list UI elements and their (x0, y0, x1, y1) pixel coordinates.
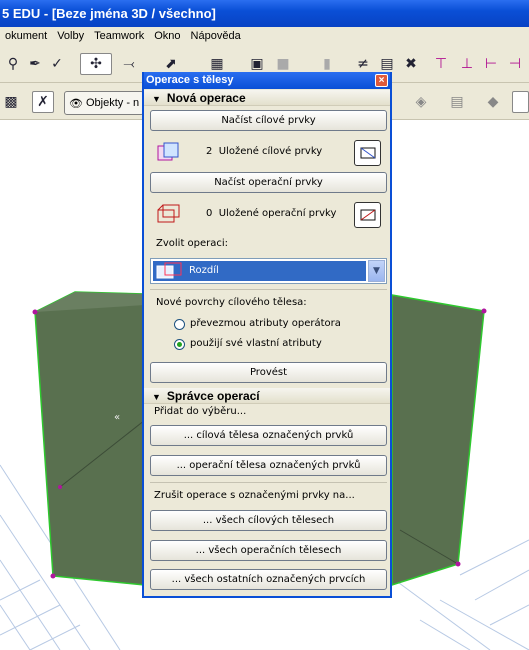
target-label: Uložené cílové prvky (218, 146, 323, 157)
select-targets-button[interactable] (354, 140, 381, 166)
section-operation-manager[interactable]: ▼ Správce operací (144, 388, 390, 404)
remove-target-ops-button[interactable]: ... všech cílových tělesech (150, 510, 387, 531)
subtract-operation-icon (156, 262, 182, 279)
load-targets-button[interactable]: Načíst cílové prvky (150, 110, 387, 131)
operator-solid-body[interactable] (391, 294, 485, 587)
divider (150, 482, 387, 483)
add-operator-solids-button[interactable]: ... operační tělesa označených prvků (150, 455, 387, 476)
arrow-tool-icon[interactable]: ✗ (32, 91, 54, 113)
chevron-down-icon[interactable]: ▼ (368, 260, 385, 282)
radio-inherit-operator[interactable] (174, 319, 185, 330)
solid-operations-palette: Operace s tělesy × ▼ Nová operace Načíst … (142, 72, 392, 598)
operation-selected-text: Rozdíl (189, 265, 219, 276)
split-icon[interactable]: ⊤ (430, 53, 452, 75)
pick-operator-icon (360, 209, 375, 221)
operator-count: 0 (206, 208, 213, 219)
palette-title-bar[interactable]: Operace s tělesy × (144, 72, 390, 89)
collapse-triangle-icon: ▼ (152, 94, 161, 104)
load-operators-button[interactable]: Načíst operační prvky (150, 172, 387, 193)
intersect-icon[interactable]: ✖ (400, 53, 422, 75)
more-icon[interactable] (512, 91, 529, 113)
resize-icon[interactable]: ⊣ (504, 53, 526, 75)
add-node-icon[interactable]: ▤ (446, 91, 468, 113)
add-target-solids-button[interactable]: ... cílová tělesa označených prvků (150, 425, 387, 446)
menu-item-help[interactable]: Nápověda (186, 27, 246, 45)
menu-item-options[interactable]: Volby (52, 27, 89, 45)
objects-button-label: Objekty - n (85, 97, 140, 109)
palette-title: Operace s tělesy (146, 74, 234, 86)
rotate-icon[interactable]: ◈ (410, 91, 432, 113)
floor-plan-icon[interactable]: ▩ (0, 91, 22, 113)
radio-own-attributes-label[interactable]: použijí své vlastní atributy (190, 338, 322, 349)
window-title-bar[interactable]: 5 EDU - [Beze jména 3D / všechno] (0, 0, 529, 27)
zoom-icon[interactable]: ⚲ (2, 53, 24, 75)
eye-icon: 👁 (69, 97, 83, 110)
divider (150, 289, 387, 290)
target-solid-body[interactable] (34, 291, 146, 586)
execute-button[interactable]: Provést (150, 362, 387, 383)
target-solids-icon (154, 140, 182, 164)
add-to-selection-label: Přidat do výběru... (154, 406, 247, 417)
select-operators-button[interactable] (354, 202, 381, 228)
pick-target-icon (360, 147, 375, 159)
syringe-icon[interactable]: ✓ (46, 53, 68, 75)
eyedropper-icon[interactable]: ✒ (24, 53, 46, 75)
new-surfaces-label: Nové povrchy cílového tělesa: (156, 297, 307, 308)
close-icon[interactable]: × (375, 74, 388, 87)
move-node-icon[interactable]: ◆ (482, 91, 504, 113)
remove-operator-ops-button[interactable]: ... všech operačních tělesech (150, 540, 387, 561)
choose-operation-label: Zvolit operaci: (156, 238, 229, 249)
section-new-operation-label: Nová operace (166, 91, 246, 105)
collapse-triangle-icon: ▼ (152, 392, 161, 402)
menu-item-teamwork[interactable]: Teamwork (89, 27, 149, 45)
menu-item-window[interactable]: Okno (149, 27, 185, 45)
remove-other-ops-button[interactable]: ... všech ostatních označených prvcích (150, 569, 387, 590)
menu-bar: okument Volby Teamwork Okno Nápověda (0, 27, 529, 45)
snap-guide-icon[interactable]: ⤙ (118, 53, 140, 75)
section-new-operation[interactable]: ▼ Nová operace (144, 90, 390, 106)
offset-icon[interactable]: ⊢ (480, 53, 502, 75)
svg-text:«: « (114, 412, 120, 423)
objects-button[interactable]: 👁 Objekty - n (64, 91, 144, 115)
operation-dropdown-value: Rozdíl (153, 261, 366, 281)
operator-label: Uložené operační prvky (218, 208, 337, 219)
operator-solids-icon (154, 202, 182, 226)
window-title: 5 EDU - [Beze jména 3D / všechno] (2, 6, 216, 21)
magic-wand-icon[interactable]: ✣ (80, 53, 112, 75)
remove-operations-label: Zrušit operace s označenými prvky na... (154, 490, 355, 501)
radio-inherit-operator-label[interactable]: převezmou atributy operátora (190, 318, 341, 329)
target-count: 2 (206, 146, 213, 157)
operation-dropdown[interactable]: Rozdíl ▼ (150, 258, 387, 284)
section-operation-manager-label: Správce operací (166, 389, 260, 403)
adjust-icon[interactable]: ⊥ (456, 53, 478, 75)
radio-own-attributes[interactable] (174, 339, 185, 350)
menu-item-document[interactable]: okument (0, 27, 52, 45)
